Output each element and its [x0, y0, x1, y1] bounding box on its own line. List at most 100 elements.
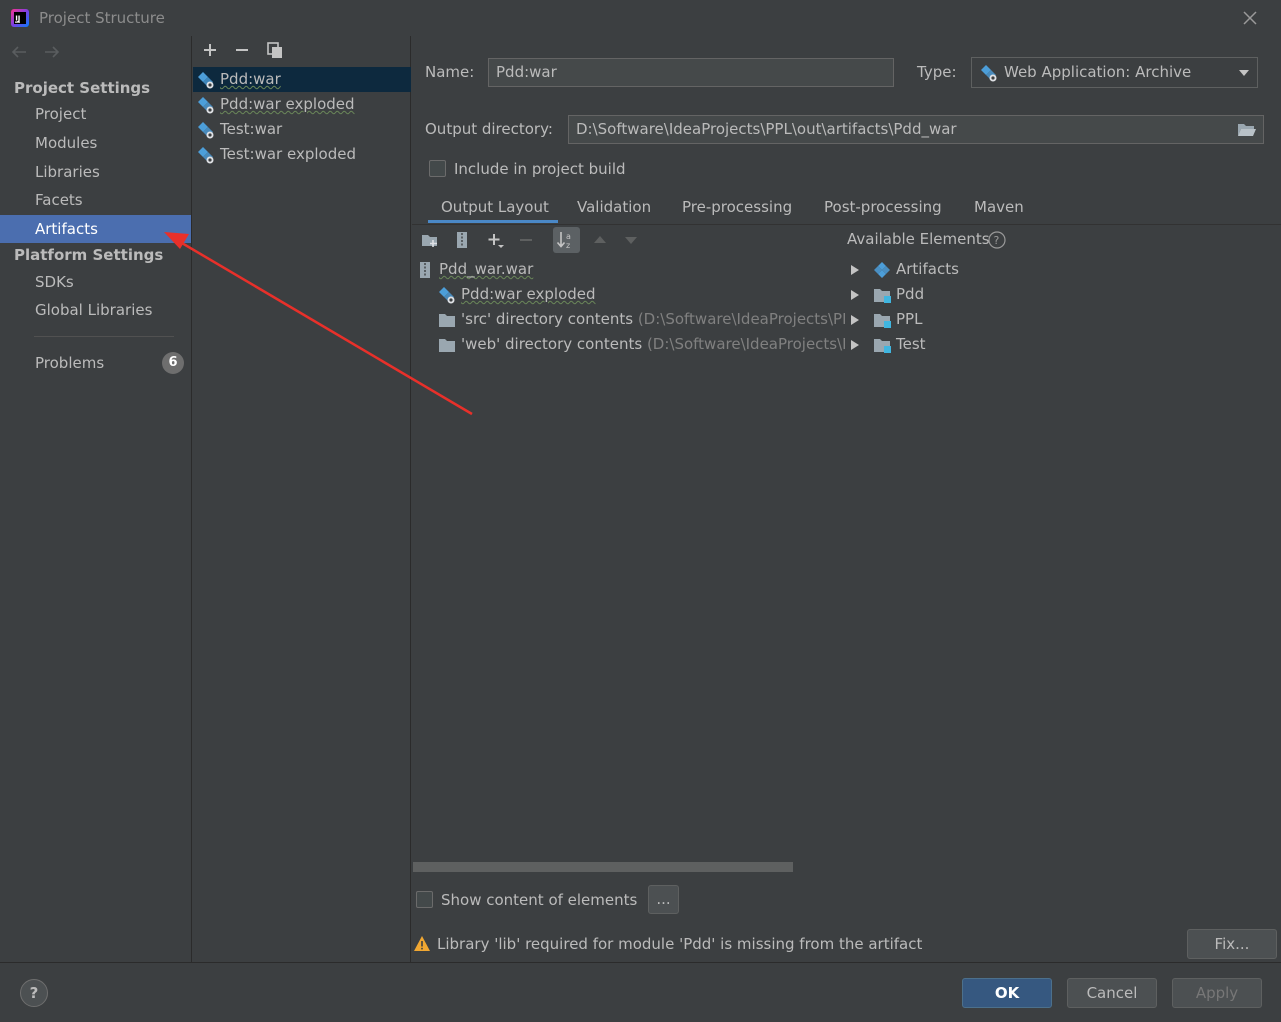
layout-item-label: 'web' directory contents: [461, 335, 643, 353]
module-folder-icon: [873, 336, 891, 354]
nav-item-project[interactable]: Project: [0, 100, 191, 128]
remove-icon[interactable]: [233, 41, 251, 59]
output-directory-input[interactable]: D:\Software\IdeaProjects\PPL\out\artifac…: [568, 115, 1264, 144]
layout-item-src-contents[interactable]: 'src' directory contents (D:\Software\Id…: [438, 307, 845, 332]
browse-folder-icon[interactable]: [1237, 121, 1257, 138]
type-dropdown[interactable]: Web Application: Archive: [971, 57, 1258, 88]
include-in-build-label: Include in project build: [454, 160, 626, 178]
nav-item-libraries[interactable]: Libraries: [0, 158, 191, 186]
artifact-icon: [197, 121, 215, 139]
layout-item-path: (D:\Software\IdeaProjects\PP: [646, 335, 845, 353]
available-item-label: Artifacts: [896, 260, 959, 278]
copy-icon[interactable]: [266, 41, 284, 59]
window-title: Project Structure: [39, 9, 165, 27]
show-content-options-button[interactable]: ...: [648, 885, 679, 914]
expand-arrow-icon[interactable]: [850, 289, 860, 301]
tab-post-processing[interactable]: Post-processing: [824, 198, 942, 224]
ok-button[interactable]: OK: [962, 978, 1052, 1008]
module-folder-icon: [873, 311, 891, 329]
nav-item-modules[interactable]: Modules: [0, 129, 191, 157]
tab-maven[interactable]: Maven: [974, 198, 1024, 224]
back-arrow-icon[interactable]: [10, 44, 28, 60]
artifact-item-test-war[interactable]: Test:war: [193, 117, 411, 142]
expand-arrow-icon[interactable]: [850, 264, 860, 276]
fix-button[interactable]: Fix...: [1187, 929, 1277, 959]
name-label: Name:: [425, 63, 475, 81]
available-item-ppl[interactable]: PPL: [850, 307, 1050, 332]
nav-divider: [34, 336, 174, 337]
help-button[interactable]: ?: [20, 979, 48, 1007]
show-content-checkbox[interactable]: [416, 891, 433, 908]
platform-settings-header: Platform Settings: [14, 246, 164, 264]
artifact-label: Pdd:war: [220, 70, 281, 88]
expand-arrow-icon[interactable]: [850, 314, 860, 326]
svg-text:a: a: [566, 232, 571, 241]
add-icon[interactable]: [201, 41, 219, 59]
sort-elements-icon[interactable]: az: [553, 227, 580, 253]
artifact-label: Test:war: [220, 120, 283, 138]
folder-icon: [438, 311, 456, 329]
archive-icon: [416, 261, 434, 279]
nav-item-artifacts[interactable]: Artifacts: [0, 215, 191, 243]
available-elements-title: Available Elements: [847, 230, 990, 248]
available-item-label: Test: [896, 335, 926, 353]
show-content-label: Show content of elements: [441, 891, 638, 909]
nav-item-facets[interactable]: Facets: [0, 186, 191, 214]
svg-text:?: ?: [994, 234, 1000, 247]
tab-validation[interactable]: Validation: [577, 198, 651, 224]
create-archive-icon[interactable]: [453, 231, 471, 249]
cancel-button[interactable]: Cancel: [1067, 978, 1157, 1008]
module-folder-icon: [873, 286, 891, 304]
available-item-label: PPL: [896, 310, 923, 328]
nav-item-sdks[interactable]: SDKs: [0, 268, 191, 296]
intellij-logo-icon: IJ: [10, 8, 30, 28]
active-tab-indicator: [428, 220, 558, 223]
close-icon[interactable]: [1240, 8, 1260, 28]
available-item-test[interactable]: Test: [850, 332, 1050, 357]
expand-arrow-icon[interactable]: [850, 339, 860, 351]
include-in-build-checkbox[interactable]: [429, 160, 446, 177]
warning-message: Library 'lib' required for module 'Pdd' …: [437, 935, 923, 953]
apply-button[interactable]: Apply: [1172, 978, 1262, 1008]
horizontal-scrollbar[interactable]: [413, 862, 793, 872]
project-settings-header: Project Settings: [14, 79, 151, 97]
help-circle-icon[interactable]: ?: [988, 231, 1006, 249]
available-item-artifacts[interactable]: Artifacts: [850, 257, 1050, 282]
artifact-icon: [980, 64, 998, 82]
artifact-item-test-war-exploded[interactable]: Test:war exploded: [193, 142, 411, 167]
folder-icon: [438, 336, 456, 354]
artifact-label: Test:war exploded: [220, 145, 356, 163]
name-input[interactable]: Pdd:war: [488, 58, 894, 87]
tab-pre-processing[interactable]: Pre-processing: [682, 198, 792, 224]
artifacts-list-pane: [193, 36, 411, 962]
type-label: Type:: [917, 63, 957, 81]
layout-root-archive[interactable]: Pdd_war.war: [416, 257, 846, 282]
available-item-label: Pdd: [896, 285, 925, 303]
artifact-icon: [197, 71, 215, 89]
remove-element-icon[interactable]: [517, 231, 535, 249]
artifact-label: Pdd:war exploded: [220, 95, 355, 113]
type-dropdown-value: Web Application: Archive: [1004, 63, 1192, 81]
layout-item-pdd-war-exploded[interactable]: Pdd:war exploded: [438, 282, 846, 307]
artifacts-icon: [873, 261, 891, 279]
layout-item-path: (D:\Software\IdeaProjects\PPL: [637, 310, 845, 328]
layout-item-web-contents[interactable]: 'web' directory contents (D:\Software\Id…: [438, 332, 845, 357]
svg-text:IJ: IJ: [15, 15, 20, 23]
forward-arrow-icon[interactable]: [43, 44, 61, 60]
available-item-pdd[interactable]: Pdd: [850, 282, 1050, 307]
move-down-icon[interactable]: [622, 231, 640, 249]
artifact-item-pdd-war-exploded[interactable]: Pdd:war exploded: [193, 92, 411, 117]
artifact-item-pdd-war[interactable]: Pdd:war: [193, 67, 411, 92]
artifact-icon: [438, 286, 456, 304]
svg-text:z: z: [566, 241, 570, 250]
footer-divider: [0, 962, 1281, 963]
move-up-icon[interactable]: [591, 231, 609, 249]
problems-count-badge: 6: [162, 352, 184, 374]
layout-item-label: Pdd:war exploded: [461, 285, 596, 303]
nav-item-global-libraries[interactable]: Global Libraries: [0, 296, 191, 324]
add-copy-of-icon[interactable]: [486, 231, 504, 249]
create-directory-icon[interactable]: [421, 231, 439, 249]
layout-root-label: Pdd_war.war: [439, 260, 534, 278]
artifact-icon: [197, 96, 215, 114]
output-directory-label: Output directory:: [425, 120, 553, 138]
